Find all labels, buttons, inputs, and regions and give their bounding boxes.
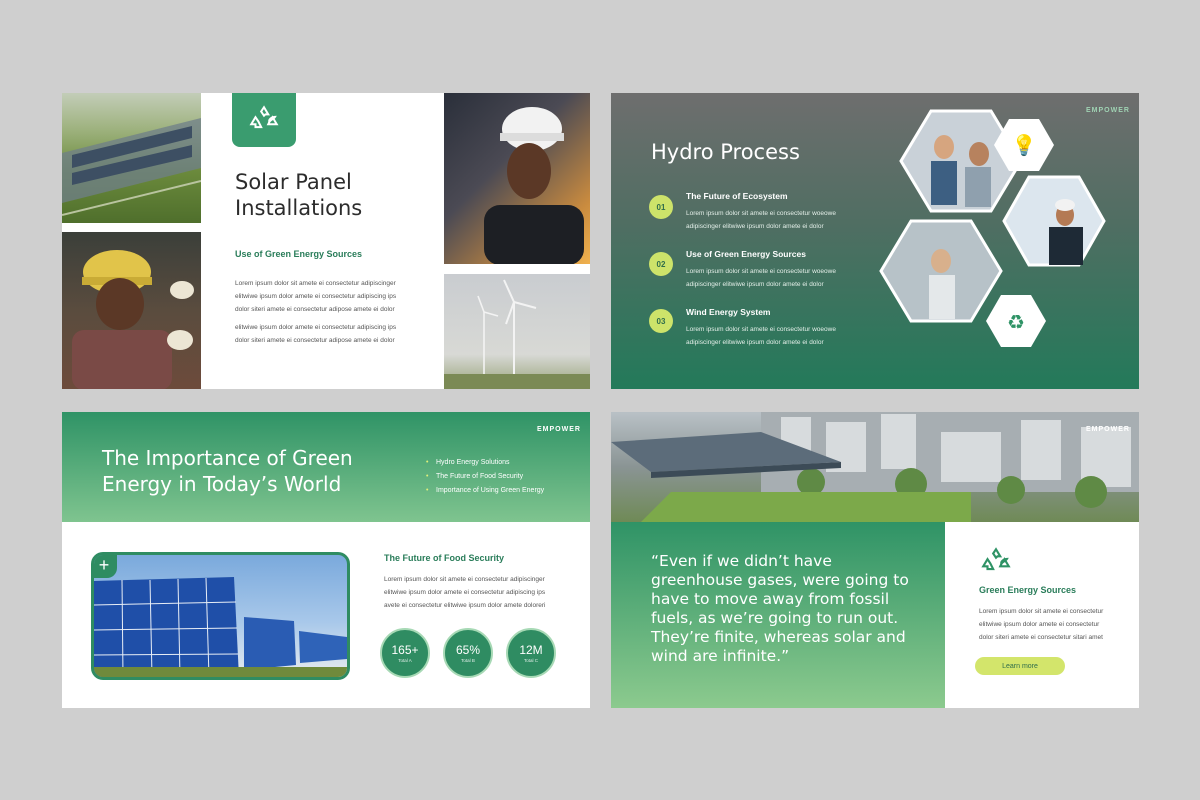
slide-hydro-process[interactable]: EMPOWER Hydro Process 01 The Future of E…: [611, 93, 1139, 389]
text-line: elitwiwe ipsum dolor amete ei consectetu…: [235, 324, 397, 331]
text-line: Lorem ipsum dolor sit amete ei consectet…: [686, 326, 836, 333]
stat-label: Total B: [461, 658, 475, 663]
text-line: Lorem ipsum dolor sit amete ei consectet…: [235, 280, 396, 287]
recycle-icon: [249, 105, 279, 129]
photo-worker-sunset: [444, 93, 590, 264]
title-line-1: Solar Panel: [235, 170, 352, 194]
step-number-3: 03: [649, 309, 673, 333]
step-heading-3: Wind Energy System: [686, 307, 771, 317]
step-number-1: 01: [649, 195, 673, 219]
bullet-item: Hydro Energy Solutions: [426, 459, 509, 466]
lightbulb-icon: 💡: [1012, 133, 1037, 157]
photo-wind-turbines: [444, 274, 590, 389]
title-line-2: Energy in Today’s World: [102, 472, 342, 496]
photo-worker-hardhat: [62, 232, 201, 389]
bullet-item: Importance of Using Green Energy: [426, 487, 544, 494]
stat-label: Total A: [398, 658, 412, 663]
page-title: Hydro Process: [651, 140, 800, 164]
step-heading-1: The Future of Ecosystem: [686, 191, 788, 201]
paragraph: Lorem ipsum dolor sit amete ei consectet…: [384, 573, 546, 612]
text-line: elitwiwe ipsum dolor amete ei consectetu…: [979, 621, 1100, 628]
slide-quote-green-energy[interactable]: EMPOWER “Even if we didn’t have greenhou…: [611, 412, 1139, 708]
text-line: dolor siteri amete ei consectetur adipos…: [235, 306, 395, 313]
stat-value: 165+: [391, 643, 419, 657]
recycle-icon: ♻: [1007, 310, 1025, 334]
brand-logo: EMPOWER: [1086, 426, 1130, 433]
text-line: dolor siteri amete ei consectetur sitari…: [979, 634, 1103, 641]
text-line: adipiscinger elitwiwe ipsum dolor amete …: [686, 339, 824, 346]
learn-more-button[interactable]: Learn more: [975, 657, 1065, 675]
text-line: adipiscinger elitwiwe ipsum dolor amete …: [686, 281, 824, 288]
text-line: Lorem ipsum dolor sit amete ei consectet…: [686, 210, 836, 217]
stat-circle-b: 65% Total B: [443, 628, 493, 678]
recycle-icon: [981, 547, 1011, 571]
text-line: adipiscinger elitwiwe ipsum dolor amete …: [686, 223, 824, 230]
paragraph-2: elitwiwe ipsum dolor amete ei consectetu…: [235, 321, 396, 347]
subtitle: The Future of Food Security: [384, 553, 505, 563]
plus-icon[interactable]: +: [94, 555, 117, 578]
step-text-2: Lorem ipsum dolor sit amete ei consectet…: [686, 265, 856, 291]
photo-solar-farm-aerial: [62, 93, 201, 223]
title-line-1: The Importance of Green: [102, 446, 353, 470]
text-line: Lorem ipsum dolor sit amete ei consectet…: [979, 608, 1104, 615]
slide-solar-panel-installations[interactable]: Solar Panel Installations Use of Green E…: [62, 93, 590, 389]
photo-city-solar-roof: EMPOWER: [611, 412, 1139, 522]
text-line: dolor siteri amete ei consectetur adipos…: [235, 337, 395, 344]
step-heading-2: Use of Green Energy Sources: [686, 249, 806, 259]
paragraph-1: Lorem ipsum dolor sit amete ei consectet…: [235, 277, 396, 316]
page-title: The Importance of Green Energy in Today’…: [102, 445, 353, 497]
stat-circle-a: 165+ Total A: [380, 628, 430, 678]
recycle-badge: [232, 93, 296, 147]
brand-logo: EMPOWER: [537, 426, 581, 433]
subtitle: Use of Green Energy Sources: [235, 249, 363, 259]
text-line: Lorem ipsum dolor sit amete ei consectet…: [686, 268, 836, 275]
text-line: avete ei consectetur elitwiwe ipsum dolo…: [384, 602, 546, 609]
title-line-2: Installations: [235, 196, 363, 220]
stat-label: Total C: [523, 658, 538, 663]
hexagon-photo-collage: 💡 ♻: [879, 109, 1106, 347]
bullet-item: The Future of Food Security: [426, 473, 523, 480]
photo-solar-panels: +: [91, 552, 350, 680]
slide-importance-green-energy[interactable]: EMPOWER The Importance of Green Energy i…: [62, 412, 590, 708]
stat-value: 12M: [519, 643, 543, 657]
quote-text: “Even if we didn’t have greenhouse gases…: [651, 552, 909, 665]
stat-circle-c: 12M Total C: [506, 628, 556, 678]
text-line: elitwiwe ipsum dolor amete ei consectetu…: [235, 293, 397, 300]
step-text-3: Lorem ipsum dolor sit amete ei consectet…: [686, 323, 856, 349]
hex-photo-meeting: [899, 109, 1023, 213]
step-text-1: Lorem ipsum dolor sit amete ei consectet…: [686, 207, 856, 233]
step-number-2: 02: [649, 252, 673, 276]
paragraph: Lorem ipsum dolor sit amete ei consectet…: [979, 605, 1103, 644]
stat-value: 65%: [455, 643, 481, 657]
text-line: Lorem ipsum dolor sit amete ei consectet…: [384, 576, 545, 583]
page-title: Solar Panel Installations: [235, 169, 362, 221]
text-line: elitwiwe ipsum dolor amete ei consectetu…: [384, 589, 546, 596]
subtitle: Green Energy Sources: [979, 585, 1077, 595]
